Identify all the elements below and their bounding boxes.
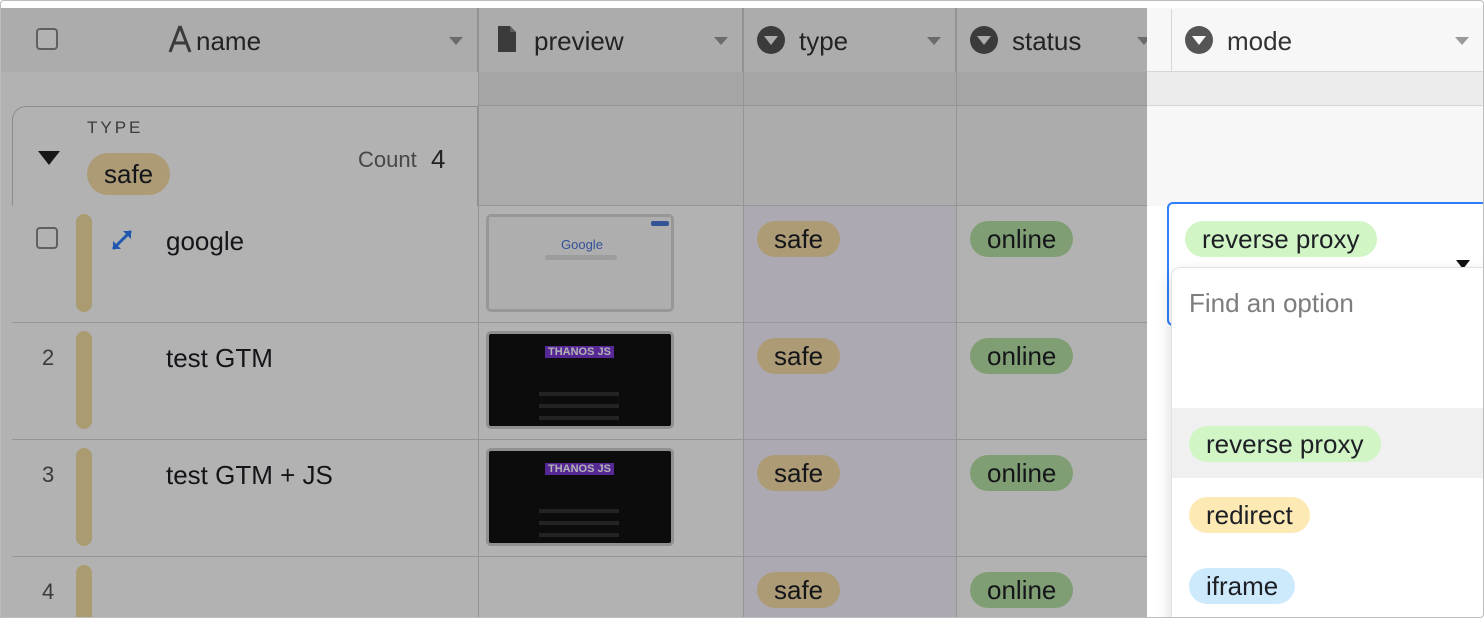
- option-iframe[interactable]: iframe: [1189, 568, 1296, 604]
- option-reverse-proxy[interactable]: reverse proxy: [1189, 426, 1381, 462]
- summary-band: [1147, 72, 1484, 106]
- window-top-edge: [0, 0, 1484, 8]
- header-mode-label: mode: [1227, 26, 1293, 56]
- column-divider: [1171, 9, 1172, 71]
- group-header-fill: [1147, 106, 1484, 206]
- option-redirect[interactable]: redirect: [1189, 497, 1310, 533]
- header-mode[interactable]: mode: [1147, 8, 1484, 72]
- data-grid: name preview type status TYPE safe Count…: [0, 0, 1484, 618]
- chevron-down-icon[interactable]: [1455, 37, 1469, 45]
- mode-selected-badge[interactable]: reverse proxy: [1185, 221, 1377, 257]
- find-option-input[interactable]: Find an option: [1189, 288, 1354, 319]
- modal-dim-overlay: [0, 0, 1147, 618]
- single-select-icon: [1185, 26, 1213, 54]
